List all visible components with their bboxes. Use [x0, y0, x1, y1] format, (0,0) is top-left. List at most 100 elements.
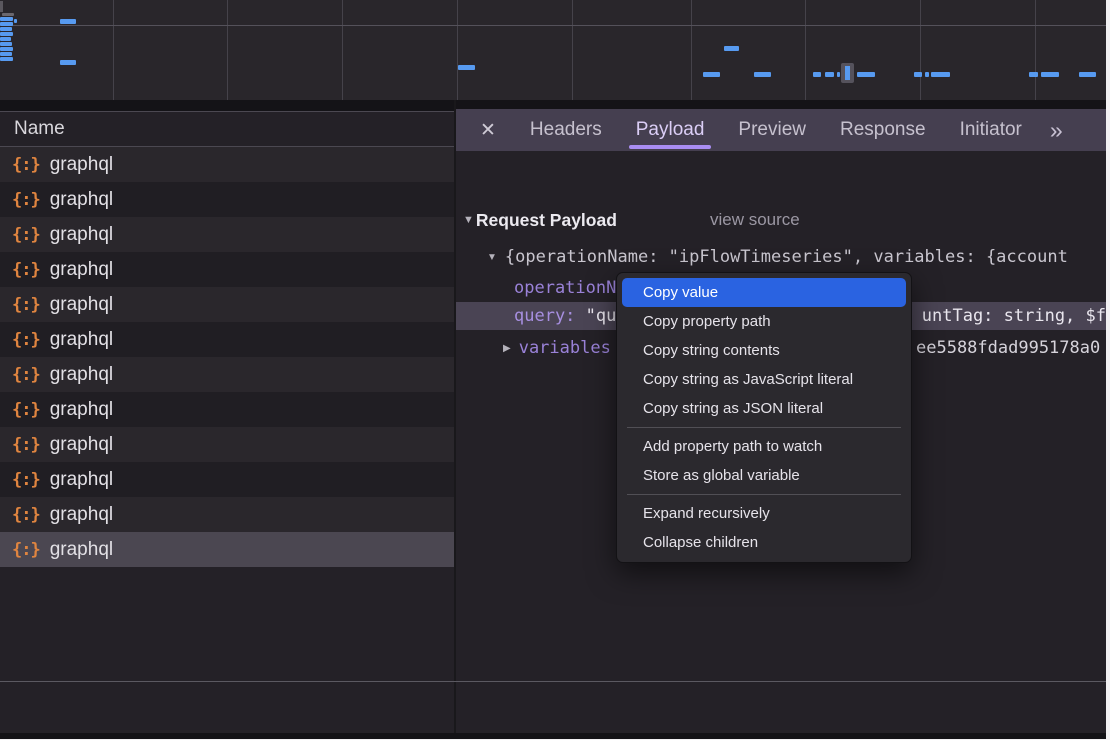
overview-request-bar	[813, 72, 821, 77]
request-name-label: graphql	[50, 189, 113, 211]
property-key: variables	[519, 338, 611, 358]
overview-row-line	[0, 25, 1106, 26]
json-braces-icon: {:}	[12, 155, 40, 175]
overview-request-bar	[60, 60, 76, 65]
name-column-header[interactable]: Name	[0, 111, 454, 147]
request-name-label: graphql	[50, 504, 113, 526]
section-title: Request Payload	[476, 210, 617, 231]
json-braces-icon: {:}	[12, 435, 40, 455]
overview-request-bar	[825, 72, 834, 77]
request-name-label: graphql	[50, 364, 113, 386]
collapse-triangle-icon[interactable]: ▼	[463, 214, 474, 226]
expand-triangle-icon[interactable]: ▼	[487, 252, 497, 263]
network-overview-timeline[interactable]	[0, 0, 1106, 100]
menu-separator	[627, 427, 901, 428]
property-value-start: "qu	[586, 306, 617, 326]
request-name-label: graphql	[50, 539, 113, 561]
menu-item-copy-string-contents[interactable]: Copy string contents	[622, 336, 906, 365]
overview-gridline	[691, 0, 692, 100]
network-request-row[interactable]: {:} graphql	[0, 427, 454, 462]
overview-request-bar	[837, 72, 840, 77]
request-name-label: graphql	[50, 399, 113, 421]
property-key: query:	[514, 306, 586, 326]
json-braces-icon: {:}	[12, 190, 40, 210]
json-braces-icon: {:}	[12, 260, 40, 280]
overview-request-bar	[0, 32, 13, 36]
request-name-label: graphql	[50, 224, 113, 246]
network-request-row[interactable]: {:} graphql	[0, 532, 454, 567]
menu-item-collapse-children[interactable]: Collapse children	[622, 528, 906, 557]
menu-item-copy-property-path[interactable]: Copy property path	[622, 307, 906, 336]
devtools-window: Name {:}graphql{:}graphql{:}graphql{:}gr…	[0, 0, 1110, 740]
tab-initiator[interactable]: Initiator	[960, 110, 1022, 150]
network-request-row[interactable]: {:}graphql	[0, 462, 454, 497]
overview-request-bar	[458, 65, 475, 70]
tab-response[interactable]: Response	[840, 110, 926, 150]
network-request-row[interactable]: {:}graphql	[0, 287, 454, 322]
overview-request-bar	[931, 72, 950, 77]
network-request-row[interactable]: {:} graphql	[0, 182, 454, 217]
footer-divider	[0, 681, 1106, 682]
expand-triangle-icon[interactable]: ▶	[503, 343, 511, 354]
overview-request-bar	[857, 72, 875, 77]
overview-request-bar	[724, 46, 739, 51]
json-braces-icon: {:}	[12, 295, 40, 315]
network-request-row[interactable]: {:} graphql	[0, 252, 454, 287]
overview-corner-tick	[0, 1, 3, 12]
request-name-label: graphql	[50, 329, 113, 351]
menu-item-copy-string-as-json-literal[interactable]: Copy string as JSON literal	[622, 394, 906, 423]
overview-request-bar	[1041, 72, 1059, 77]
menu-item-add-property-path-to-watch[interactable]: Add property path to watch	[622, 432, 906, 461]
tab-payload[interactable]: Payload	[636, 110, 705, 150]
overview-gridline	[572, 0, 573, 100]
devtools-network-panel: Name {:}graphql{:}graphql{:}graphql{:}gr…	[0, 0, 1106, 739]
overview-request-bar	[0, 52, 12, 56]
tab-headers[interactable]: Headers	[530, 110, 602, 150]
overview-request-bar	[914, 72, 922, 77]
json-braces-icon: {:}	[12, 400, 40, 420]
close-icon[interactable]: ✕	[480, 119, 496, 142]
view-source-link[interactable]: view source	[710, 210, 800, 230]
payload-object-preview: {operationName: "ipFlowTimeseries", vari…	[505, 247, 1068, 267]
property-value-end: untTag: string, $f	[922, 306, 1106, 326]
json-braces-icon: {:}	[12, 365, 40, 385]
detail-tabbar: ✕ Headers Payload Preview Response Initiator…	[456, 109, 1106, 151]
network-request-row[interactable]: {:} graphql	[0, 357, 454, 392]
overview-request-bar	[754, 72, 771, 77]
overview-request-bar	[0, 22, 13, 26]
overview-gridline	[1035, 0, 1036, 100]
overview-request-bar	[0, 27, 12, 31]
json-braces-icon: {:}	[12, 540, 40, 560]
request-payload-section: ▼ Request Payload view source	[456, 207, 1106, 233]
overview-request-bar	[0, 37, 11, 41]
more-tabs-icon[interactable]: »	[1050, 117, 1063, 144]
overview-gray-bar	[2, 13, 14, 16]
overview-request-bar	[0, 17, 13, 21]
menu-item-copy-value[interactable]: Copy value	[622, 278, 906, 307]
window-bottom-edge	[0, 733, 1106, 739]
tab-preview[interactable]: Preview	[738, 110, 806, 150]
network-request-row[interactable]: {:} graphql	[0, 217, 454, 252]
network-request-row[interactable]: {:} graphql	[0, 392, 454, 427]
overview-request-bar	[0, 47, 13, 51]
request-name-label: graphql	[50, 259, 113, 281]
overview-request-bar	[1029, 72, 1038, 77]
menu-item-copy-string-as-javascript-literal[interactable]: Copy string as JavaScript literal	[622, 365, 906, 394]
overview-request-bar	[60, 19, 76, 24]
request-list-panel: Name {:}graphql{:}graphql{:}graphql{:}gr…	[0, 111, 454, 733]
overview-request-bar	[14, 19, 17, 23]
json-braces-icon: {:}	[12, 330, 40, 350]
request-rows: {:} graphql {:} graphql {:} graphql {:} graphql…	[0, 147, 454, 567]
request-name-label: graphql	[50, 469, 113, 491]
menu-item-expand-recursively[interactable]: Expand recursively	[622, 499, 906, 528]
name-column-label: Name	[14, 118, 65, 140]
request-name-label: graphql	[50, 434, 113, 456]
json-braces-icon: {:}	[12, 225, 40, 245]
overview-gridline	[805, 0, 806, 100]
network-request-row[interactable]: {:}graphql	[0, 147, 454, 182]
network-request-row[interactable]: {:} graphql	[0, 322, 454, 357]
network-request-row[interactable]: {:}graphql	[0, 497, 454, 532]
menu-item-store-as-global-variable[interactable]: Store as global variable	[622, 461, 906, 490]
payload-root-row[interactable]: ▼ {operationName: "ipFlowTimeseries", va…	[456, 244, 1106, 270]
overview-gridline	[920, 0, 921, 100]
